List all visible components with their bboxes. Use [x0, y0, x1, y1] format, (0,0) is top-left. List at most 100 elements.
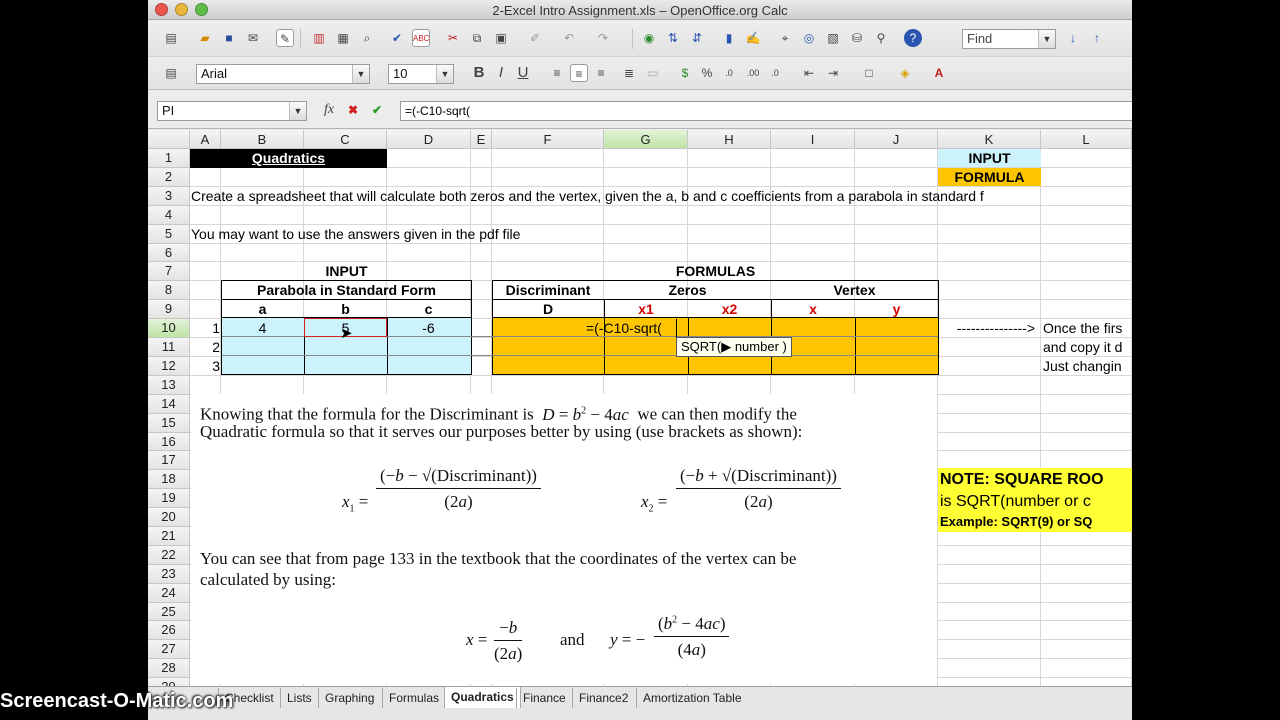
chart-icon[interactable]: ▮: [720, 29, 738, 47]
column-header-j[interactable]: J: [855, 130, 938, 149]
row-header-25[interactable]: 25: [148, 603, 190, 621]
row-header-6[interactable]: 6: [148, 244, 190, 262]
accept-icon[interactable]: ✔: [368, 101, 386, 119]
column-header-i[interactable]: I: [771, 130, 855, 149]
parabola-header[interactable]: Parabola in Standard Form: [221, 281, 472, 299]
cell-b3[interactable]: Create a spreadsheet that will calculate…: [191, 187, 984, 205]
data-sources-icon[interactable]: ⛁: [848, 29, 866, 47]
sheet-tab-formulas[interactable]: Formulas: [382, 688, 445, 708]
chevron-down-icon[interactable]: ▼: [1038, 30, 1055, 48]
cell-j9[interactable]: y: [855, 300, 938, 318]
bold-icon[interactable]: B: [470, 64, 488, 82]
align-left-icon[interactable]: ≡: [548, 64, 566, 82]
sheet-tab-finance2[interactable]: Finance2: [572, 688, 634, 708]
spreadsheet-grid[interactable]: ABCDEFGHIJKL 1 2 3 4 5 6 7 8 9 10 11 12 13 14 15 16 17 18…: [148, 130, 1132, 686]
row-header-7[interactable]: 7: [148, 262, 190, 281]
increase-indent-icon[interactable]: ⇥: [824, 64, 842, 82]
cell-b9[interactable]: a: [221, 300, 304, 318]
cell-b10[interactable]: 4: [221, 319, 304, 337]
name-box[interactable]: PI ▼: [157, 101, 307, 121]
column-header-l[interactable]: L: [1041, 130, 1132, 149]
row-header-19[interactable]: 19: [148, 489, 190, 508]
sort-ascending-icon[interactable]: ⇅: [664, 29, 682, 47]
row-header-17[interactable]: 17: [148, 451, 190, 470]
row-header-26[interactable]: 26: [148, 621, 190, 640]
underline-icon[interactable]: U: [514, 64, 532, 82]
hyperlink-icon[interactable]: ◉: [640, 29, 658, 47]
font-name-box[interactable]: Arial ▼: [196, 64, 370, 84]
row-header-10[interactable]: 10: [148, 319, 190, 338]
new-document-icon[interactable]: ▤: [162, 29, 180, 47]
decrease-indent-icon[interactable]: ⇤: [800, 64, 818, 82]
cell-l11[interactable]: and copy it d: [1043, 338, 1122, 356]
italic-icon[interactable]: I: [492, 64, 510, 82]
row-header-18[interactable]: 18: [148, 470, 190, 489]
column-header-h[interactable]: H: [688, 130, 771, 149]
undo-icon[interactable]: ↶: [560, 29, 578, 47]
align-right-icon[interactable]: ≡: [592, 64, 610, 82]
column-header-g[interactable]: G: [604, 130, 688, 149]
cell-a12[interactable]: 3: [190, 357, 220, 375]
cell-k10[interactable]: --------------->: [938, 319, 1041, 337]
find-replace-icon[interactable]: ⌖: [776, 29, 794, 47]
merge-cells-icon[interactable]: ▭: [644, 64, 662, 82]
justify-icon[interactable]: ≣: [620, 64, 638, 82]
sheet-tab-amortization-table[interactable]: Amortization Table: [636, 688, 748, 708]
column-header-a[interactable]: A: [190, 130, 221, 149]
row-header-5[interactable]: 5: [148, 225, 190, 244]
currency-icon[interactable]: $: [676, 64, 694, 82]
cell-a11[interactable]: 2: [190, 338, 220, 356]
cell-f10-editing[interactable]: =(-C10-sqrt(: [586, 319, 662, 337]
align-center-icon[interactable]: ≡: [570, 64, 588, 82]
row-header-16[interactable]: 16: [148, 433, 190, 451]
function-wizard-icon[interactable]: fx: [320, 101, 338, 119]
row-header-2[interactable]: 2: [148, 168, 190, 187]
clone-format-icon[interactable]: ✐: [526, 29, 544, 47]
row-header-21[interactable]: 21: [148, 527, 190, 546]
chevron-down-icon[interactable]: ▼: [436, 65, 453, 83]
open-icon[interactable]: ▰: [196, 29, 214, 47]
redo-icon[interactable]: ↷: [594, 29, 612, 47]
cell-d9[interactable]: c: [387, 300, 470, 318]
row-header-28[interactable]: 28: [148, 659, 190, 678]
cut-icon[interactable]: ✂: [444, 29, 462, 47]
save-icon[interactable]: ■: [220, 29, 238, 47]
copy-icon[interactable]: ⧉: [468, 29, 486, 47]
font-size-box[interactable]: 10 ▼: [388, 64, 454, 84]
find-next-icon[interactable]: ↓: [1064, 29, 1082, 47]
column-header-d[interactable]: D: [387, 130, 471, 149]
cell-d10[interactable]: -6: [387, 319, 470, 337]
row-header-24[interactable]: 24: [148, 584, 190, 603]
row-header-29[interactable]: 29: [148, 678, 190, 686]
print-icon[interactable]: ▦: [334, 29, 352, 47]
find-previous-icon[interactable]: ↑: [1088, 29, 1106, 47]
help-icon[interactable]: ?: [904, 29, 922, 47]
cell-l12[interactable]: Just changin: [1043, 357, 1122, 375]
find-input[interactable]: Find ▼: [962, 29, 1056, 49]
row-header-8[interactable]: 8: [148, 281, 190, 300]
sheet-tab-quadratics[interactable]: Quadratics: [444, 687, 521, 708]
edit-file-icon[interactable]: ✎: [276, 29, 294, 47]
paste-icon[interactable]: ▣: [492, 29, 510, 47]
row-header-22[interactable]: 22: [148, 546, 190, 565]
background-color-icon[interactable]: ◈: [896, 64, 914, 82]
row-header-12[interactable]: 12: [148, 357, 190, 376]
cell-h9[interactable]: x2: [688, 300, 771, 318]
spellcheck-icon[interactable]: ✔: [388, 29, 406, 47]
borders-icon[interactable]: □: [860, 64, 878, 82]
export-pdf-icon[interactable]: ▥: [310, 29, 328, 47]
column-header-k[interactable]: K: [938, 130, 1041, 149]
chevron-down-icon[interactable]: ▼: [289, 102, 306, 120]
pivot-table-icon[interactable]: ✍: [744, 29, 762, 47]
column-header-e[interactable]: E: [471, 130, 492, 149]
column-header-f[interactable]: F: [492, 130, 604, 149]
row-header-27[interactable]: 27: [148, 640, 190, 659]
row-header-11[interactable]: 11: [148, 338, 190, 357]
autospellcheck-icon[interactable]: ABC: [412, 29, 430, 47]
font-color-icon[interactable]: A: [930, 64, 948, 82]
cell-f9[interactable]: D: [492, 300, 604, 318]
row-header-14[interactable]: 14: [148, 395, 190, 414]
row-header-13[interactable]: 13: [148, 376, 190, 395]
cell-c9[interactable]: b: [304, 300, 387, 318]
styles-icon[interactable]: ▤: [162, 64, 180, 82]
